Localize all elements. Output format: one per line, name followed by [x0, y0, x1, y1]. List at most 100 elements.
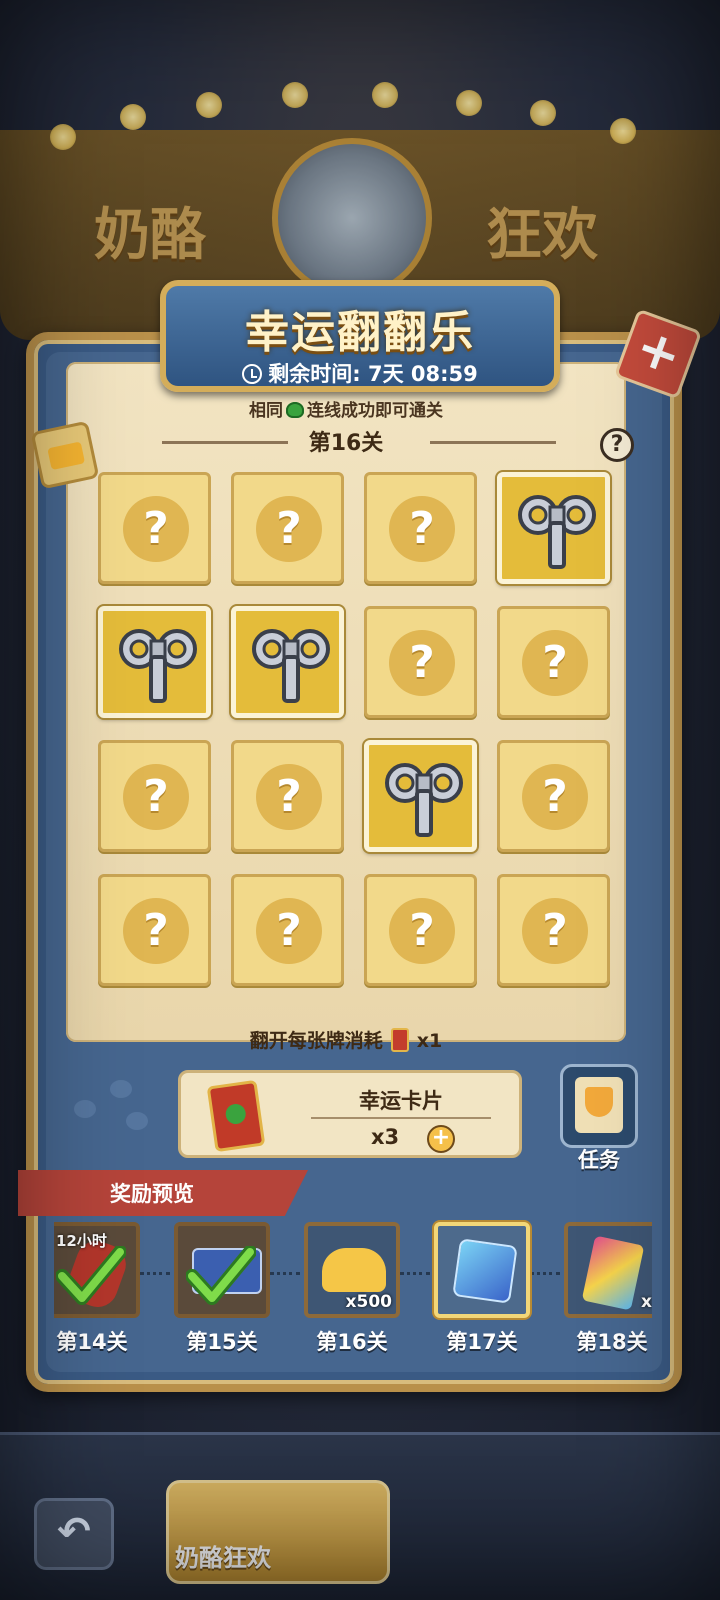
check-icon: [55, 1245, 127, 1306]
question-mark-icon: ?: [256, 898, 322, 964]
paw-icon: [74, 1100, 96, 1118]
sign-left-text: 奶酪: [94, 203, 206, 268]
card-hidden[interactable]: ?: [364, 874, 477, 986]
back-icon: ↶: [57, 1509, 91, 1555]
question-mark-icon: ?: [522, 898, 588, 964]
card-hidden[interactable]: ?: [231, 472, 344, 584]
task-scroll-icon: [575, 1077, 623, 1133]
cheese-icon: [322, 1248, 386, 1292]
card-hidden[interactable]: ?: [364, 606, 477, 718]
clover-icon: [286, 402, 304, 418]
reward-strip[interactable]: 12小时第14关 第15关 x500 第16关 第17关 x 第18关: [54, 1218, 652, 1362]
card-hidden[interactable]: ?: [98, 740, 211, 852]
timer: 剩余时间: 7天 08:59: [166, 358, 554, 388]
reward-connector: [530, 1272, 560, 1275]
reward-level-label: 第16关: [316, 1330, 388, 1354]
card-hidden[interactable]: ?: [497, 874, 610, 986]
question-mark-icon: ?: [123, 764, 189, 830]
bulb-icon: [50, 124, 76, 150]
reward-connector: [400, 1272, 430, 1275]
reward-level-label: 第17关: [446, 1330, 518, 1354]
page-title: 幸运翻翻乐: [245, 307, 475, 358]
reward-level-label: 第18关: [576, 1330, 648, 1354]
question-mark-icon: ?: [256, 496, 322, 562]
bulb-icon: [456, 90, 482, 116]
add-lucky-card-button[interactable]: +: [427, 1125, 455, 1153]
bulb-icon: [196, 92, 222, 118]
wind-up-key-icon: [246, 623, 336, 713]
reward-title: 奖励预览: [110, 1182, 194, 1206]
question-mark-icon: ?: [389, 630, 455, 696]
question-mark-icon: ?: [123, 496, 189, 562]
task-label[interactable]: 任务: [560, 1144, 638, 1174]
bulb-icon: [530, 100, 556, 126]
bulb-icon: [120, 104, 146, 130]
reward-level-label: 第15关: [186, 1330, 258, 1354]
cost-qty: x1: [416, 1030, 443, 1052]
lucky-card-icon: [206, 1079, 266, 1153]
mystery-cube-icon: [452, 1238, 518, 1304]
card-hidden[interactable]: ?: [98, 472, 211, 584]
card-revealed[interactable]: [497, 472, 610, 584]
paw-icon: [110, 1080, 132, 1098]
reward-connector: [270, 1272, 300, 1275]
lucky-card-count: x3: [371, 1125, 400, 1149]
rule-text: 相同 连线成功即可通关: [66, 396, 626, 421]
check-icon: [185, 1245, 257, 1306]
wind-up-key-icon: [512, 489, 602, 579]
mascot-emblem: [272, 138, 432, 298]
title-banner: 幸运翻翻乐 剩余时间: 7天 08:59: [160, 280, 560, 392]
level-label: 第16关: [308, 431, 384, 456]
question-mark-icon: ?: [522, 630, 588, 696]
question-mark-icon: ?: [389, 898, 455, 964]
card-hidden[interactable]: ?: [497, 606, 610, 718]
card-revealed[interactable]: [364, 740, 477, 852]
reward-quantity: x: [641, 1292, 652, 1312]
bulb-icon: [610, 118, 636, 144]
wind-up-key-icon: [379, 757, 469, 847]
question-mark-icon: ?: [522, 764, 588, 830]
reward-item[interactable]: [434, 1222, 530, 1318]
reward-item[interactable]: [174, 1222, 270, 1318]
timer-label: 剩余时间:: [268, 362, 361, 386]
tab-label: 奶酪狂欢: [175, 1544, 271, 1572]
bulb-icon: [282, 82, 308, 108]
bulb-icon: [372, 82, 398, 108]
question-mark-icon: ?: [389, 496, 455, 562]
lucky-card-name: 幸运卡片: [359, 1089, 443, 1113]
flip-cost: 翻开每张牌消耗 x1: [66, 1026, 626, 1053]
lucky-card-bar: 幸运卡片 x3 +: [178, 1070, 522, 1158]
card-hidden[interactable]: ?: [98, 874, 211, 986]
question-mark-icon: ?: [123, 898, 189, 964]
reward-item[interactable]: x: [564, 1222, 652, 1318]
card-grid: ????????????: [98, 472, 622, 1004]
paw-icon: [126, 1112, 148, 1130]
card-hidden[interactable]: ?: [231, 740, 344, 852]
help-button[interactable]: ?: [600, 428, 634, 462]
task-button[interactable]: [560, 1064, 638, 1148]
card-revealed[interactable]: [231, 606, 344, 718]
card-hidden[interactable]: ?: [231, 874, 344, 986]
reward-level-label: 第14关: [56, 1330, 128, 1354]
wind-up-key-icon: [113, 623, 203, 713]
clock-icon: [242, 364, 263, 384]
reward-connector: [140, 1272, 170, 1275]
lucky-divider: [311, 1117, 491, 1119]
sign-right-text: 狂欢: [486, 203, 598, 268]
card-hidden[interactable]: ?: [364, 472, 477, 584]
reward-quantity: x500: [345, 1292, 392, 1312]
rule-suffix: 连线成功即可通关: [307, 401, 443, 421]
cost-label: 翻开每张牌消耗: [249, 1030, 383, 1052]
question-mark-icon: ?: [256, 764, 322, 830]
card-revealed[interactable]: [98, 606, 211, 718]
card-hidden[interactable]: ?: [497, 740, 610, 852]
back-button[interactable]: ↶: [34, 1498, 114, 1570]
reward-item[interactable]: x500: [304, 1222, 400, 1318]
timer-value: 7天 08:59: [367, 362, 478, 386]
reward-item[interactable]: 12小时: [54, 1222, 140, 1318]
lucky-card-icon: [390, 1028, 409, 1052]
card-pack-icon: [581, 1235, 645, 1311]
tab-cheese-carnival[interactable]: 奶酪狂欢: [166, 1480, 390, 1584]
close-icon: +: [627, 316, 690, 388]
rule-prefix: 相同: [249, 401, 283, 421]
